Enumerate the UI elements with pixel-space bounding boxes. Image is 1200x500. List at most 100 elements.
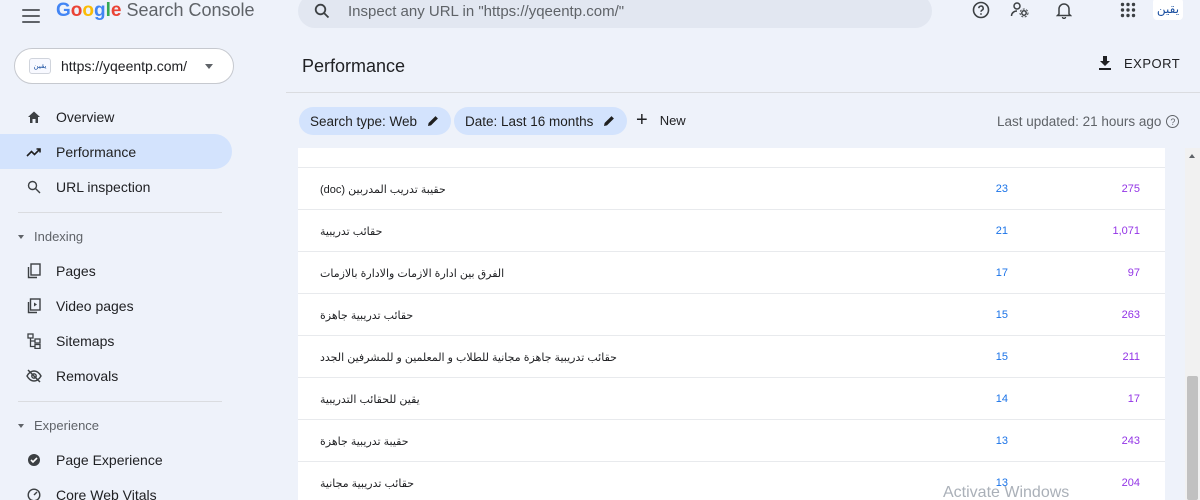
sidebar-divider (18, 401, 222, 402)
query-cell: حقائب تدريبية جاهزة مجانية للطلاب و المع… (320, 352, 617, 364)
section-title: Indexing (34, 229, 84, 244)
page-title: Performance (302, 56, 406, 76)
clicks-cell: 14 (995, 393, 1008, 405)
clicks-cell: 17 (995, 267, 1008, 279)
search-input[interactable] (348, 2, 908, 20)
scrollbar-thumb[interactable] (1187, 376, 1198, 500)
property-selector[interactable]: يقين https://yqeentp.com/ (14, 48, 234, 84)
clicks-cell: 21 (995, 225, 1008, 237)
clicks-cell: 13 (995, 435, 1008, 447)
chip-label: Date: Last 16 months (465, 113, 594, 129)
sidebar-item-core-web-vitals[interactable]: Core Web Vitals (0, 477, 232, 500)
query-cell: حقيبة تدريب المدربين (doc) (320, 184, 446, 196)
impressions-cell: 97 (1127, 267, 1140, 279)
sidebar-item-page-experience[interactable]: Page Experience (0, 442, 232, 477)
impressions-cell: 17 (1127, 393, 1140, 405)
video-pages-icon (26, 297, 42, 314)
table-row[interactable]: حقيبة تدريب المدربين (doc) 23 275 (298, 168, 1165, 210)
table-row[interactable]: حقائب تدريبية جاهزة 15 263 (298, 294, 1165, 336)
download-icon (1098, 55, 1114, 71)
sidebar-item-label: Core Web Vitals (56, 486, 157, 500)
clicks-cell: 15 (995, 309, 1008, 321)
new-filter-button[interactable]: + New (636, 109, 686, 131)
table-row[interactable]: يقين للحقائب التدريبية 14 17 (298, 378, 1165, 420)
sidebar-item-label: Video pages (56, 297, 134, 314)
queries-table: حقيبة تدريب المدربين (doc) 23 275 حقائب … (298, 148, 1165, 500)
search-icon (314, 3, 330, 19)
activate-windows-watermark: Activate Windows (943, 484, 1070, 500)
query-cell: حقيبة تدريبية جاهزة (320, 436, 409, 448)
dropdown-arrow-icon (205, 64, 213, 69)
sidebar-item-video-pages[interactable]: Video pages (0, 288, 232, 323)
impressions-cell: 263 (1121, 309, 1140, 321)
account-avatar[interactable]: يقين (1153, 0, 1183, 20)
sidebar-item-overview[interactable]: Overview (0, 99, 232, 134)
table-row[interactable]: حقيبة تدريبية جاهزة 13 243 (298, 420, 1165, 462)
impressions-cell: 243 (1121, 435, 1140, 447)
page-experience-icon (26, 452, 42, 468)
query-cell: حقائب تدريبية مجانية (320, 478, 415, 490)
export-button[interactable]: EXPORT (1098, 55, 1180, 71)
impressions-cell: 204 (1121, 477, 1140, 489)
help-icon[interactable] (971, 0, 991, 20)
clicks-cell: 15 (995, 351, 1008, 363)
sidebar-item-removals[interactable]: Removals (0, 358, 232, 393)
query-cell: يقين للحقائب التدريبية (320, 394, 420, 406)
sidebar-item-performance[interactable]: Performance (0, 134, 232, 169)
google-wordmark: Google (56, 0, 122, 21)
last-updated: Last updated: 21 hours ago ? (997, 114, 1180, 129)
url-inspection-search[interactable] (298, 0, 932, 28)
help-icon[interactable]: ? (1166, 115, 1180, 128)
header-divider (286, 92, 1200, 93)
section-title: Experience (34, 418, 100, 433)
sidebar-item-pages[interactable]: Pages (0, 253, 232, 288)
plus-icon: + (636, 109, 648, 131)
property-favicon: يقين (29, 58, 51, 74)
query-cell: الفرق بين ادارة الازمات والادارة بالازما… (320, 268, 505, 280)
query-cell: حقائب تدريبية (320, 226, 383, 238)
sidebar-item-label: Page Experience (56, 451, 163, 468)
table-row[interactable]: حقائب تدريبية جاهزة مجانية للطلاب و المع… (298, 336, 1165, 378)
user-settings-icon[interactable] (1010, 0, 1030, 20)
clicks-cell: 23 (995, 183, 1008, 195)
query-cell: حقائب تدريبية جاهزة (320, 310, 414, 322)
sidebar-item-label: Pages (56, 262, 96, 279)
table-row-partial (298, 148, 1165, 168)
last-updated-text: Last updated: 21 hours ago (997, 114, 1162, 129)
section-experience[interactable]: Experience (18, 418, 99, 433)
chip-label: Search type: Web (310, 113, 418, 129)
table-scrollbar[interactable] (1185, 148, 1200, 500)
search-console-logo[interactable]: Google Search Console (56, 0, 255, 21)
gauge-icon (26, 487, 42, 500)
notifications-icon[interactable] (1054, 0, 1074, 20)
trending-up-icon (26, 144, 42, 160)
home-icon (26, 109, 42, 125)
impressions-cell: 211 (1122, 351, 1140, 363)
impressions-cell: 275 (1121, 183, 1140, 195)
sidebar-item-label: Performance (56, 143, 137, 160)
sidebar-item-label: Overview (56, 108, 115, 125)
filter-chip-search-type[interactable]: Search type: Web (299, 107, 452, 135)
new-label: New (659, 112, 686, 128)
filter-chip-date[interactable]: Date: Last 16 months (454, 107, 628, 135)
sitemap-icon (26, 332, 42, 349)
table-row[interactable]: حقائب تدريبية 21 1,071 (298, 210, 1165, 252)
table-row[interactable]: الفرق بين ادارة الازمات والادارة بالازما… (298, 252, 1165, 294)
apps-grid-icon[interactable] (1118, 0, 1138, 20)
edit-icon (603, 115, 615, 127)
removals-icon (26, 368, 42, 384)
sidebar-item-sitemaps[interactable]: Sitemaps (0, 323, 232, 358)
section-indexing[interactable]: Indexing (18, 229, 83, 244)
sidebar-item-url-inspection[interactable]: URL inspection (0, 169, 232, 204)
main-menu-icon[interactable] (22, 9, 40, 23)
collapse-caret-icon (18, 423, 24, 428)
sidebar-divider (18, 212, 222, 213)
sidebar-item-label: Sitemaps (56, 332, 115, 349)
export-label: EXPORT (1124, 55, 1181, 71)
collapse-caret-icon (18, 234, 24, 239)
impressions-cell: 1,071 (1112, 225, 1140, 237)
sidebar-item-label: Removals (56, 367, 119, 384)
scroll-up-arrow-icon[interactable] (1189, 154, 1195, 158)
product-name: Search Console (126, 0, 255, 20)
top-bar: GoogleSearch Console يقين (0, 0, 1200, 40)
